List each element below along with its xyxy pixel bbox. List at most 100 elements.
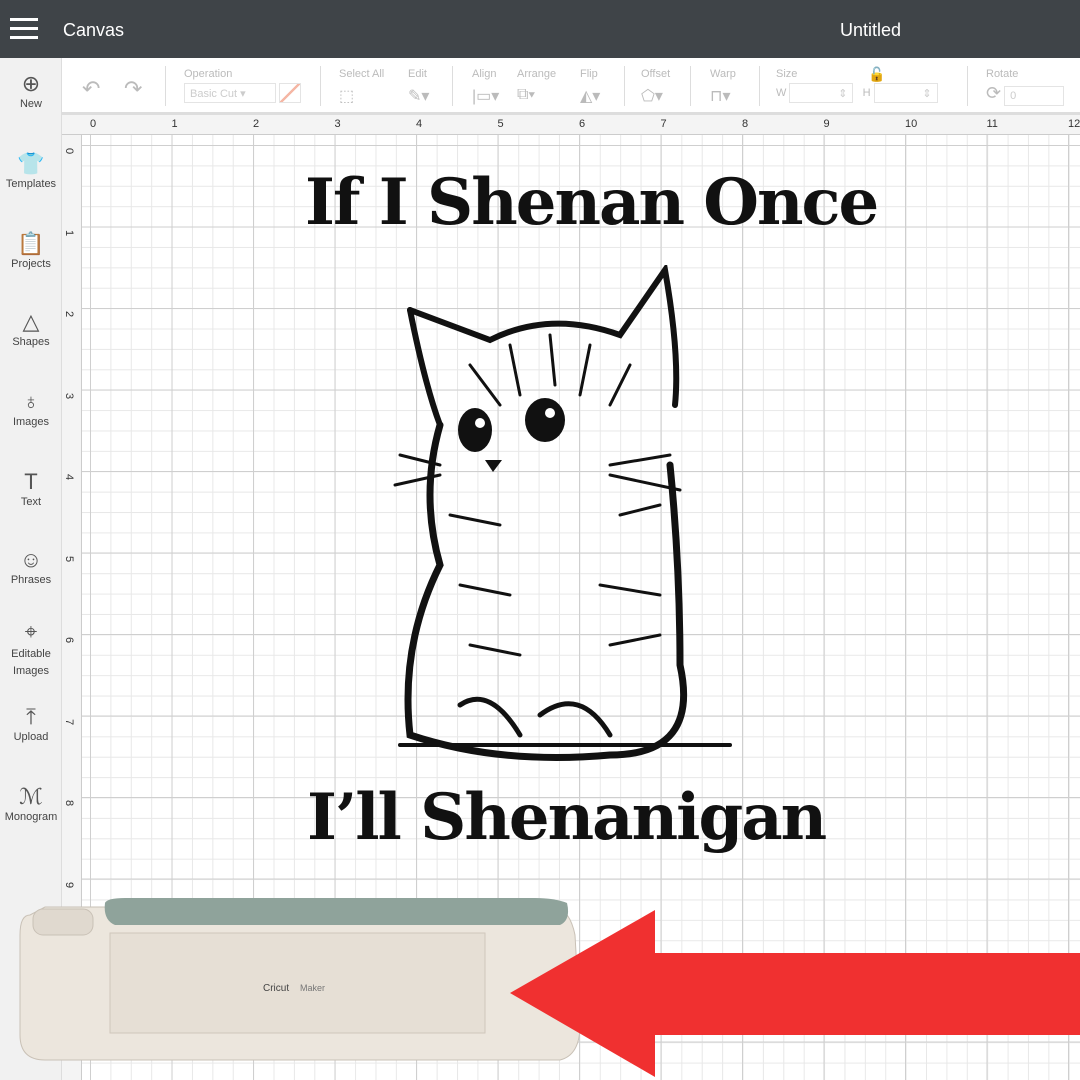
- operation-value: Basic Cut: [190, 88, 238, 100]
- clipboard-icon: 📋: [17, 231, 45, 256]
- ruler-number: 9: [823, 118, 830, 130]
- kitten-illustration[interactable]: [380, 265, 740, 770]
- sidebar-label: Upload: [13, 731, 49, 743]
- edit-button[interactable]: Edit ✎▾: [408, 68, 429, 106]
- machine-brand: Cricut: [263, 983, 289, 994]
- cricut-maker-machine-image: Cricut Maker: [19, 898, 581, 1061]
- align-icon: |▭▾: [472, 88, 500, 105]
- design-text-bottom[interactable]: I’ll Shenanigan: [307, 780, 827, 855]
- sidebar-label: Templates: [5, 178, 57, 190]
- ruler-number: 7: [63, 718, 76, 725]
- sidebar-item-images[interactable]: ♁ Images: [0, 388, 62, 428]
- lock-icon[interactable]: 🔓: [868, 66, 885, 83]
- plus-circle-icon: ⊕: [21, 71, 41, 96]
- sidebar-item-editable-images[interactable]: ⌖ Editable Images: [0, 618, 62, 680]
- ruler-number: 11: [986, 118, 998, 130]
- text-icon: T: [24, 469, 38, 494]
- select-all-button[interactable]: Select All ⬚: [339, 68, 384, 106]
- upload-icon: ⤒: [26, 704, 36, 729]
- sidebar-item-text[interactable]: T Text: [0, 468, 62, 508]
- rotate-group: Rotate ⟳ 0: [986, 68, 1065, 107]
- rotate-label: Rotate: [986, 68, 1019, 80]
- shirt-icon: 👕: [17, 151, 45, 176]
- height-label: H: [862, 86, 871, 99]
- operation-label: Operation: [184, 68, 233, 80]
- editable-image-icon: ⌖: [24, 619, 38, 644]
- ruler-number: 8: [63, 799, 76, 807]
- ruler-number: 4: [416, 118, 423, 130]
- width-label: W: [776, 86, 787, 99]
- sidebar-item-shapes[interactable]: △ Shapes: [0, 308, 62, 348]
- operation-group: Operation Basic Cut ▾: [184, 68, 302, 103]
- ruler-number: 5: [63, 555, 76, 562]
- sidebar-item-new[interactable]: ⊕ New: [0, 70, 62, 110]
- ruler-number: 6: [63, 636, 76, 644]
- arrange-button[interactable]: Arrange ⧉▾: [517, 68, 556, 104]
- offset-button[interactable]: Offset ⬠▾: [641, 68, 670, 106]
- sidebar-label: New: [19, 98, 42, 110]
- ruler-number: 12: [1068, 118, 1080, 130]
- undo-icon[interactable]: ↶: [82, 76, 100, 102]
- sidebar-label: Phrases: [10, 574, 52, 586]
- ruler-number: 8: [742, 118, 749, 130]
- align-label: Align: [472, 68, 497, 80]
- ruler-number: 2: [253, 118, 260, 130]
- height-input[interactable]: ⇕: [873, 83, 938, 103]
- app-title: Canvas: [63, 20, 125, 40]
- arrange-icon: ⧉▾: [517, 86, 536, 103]
- ruler-number: 2: [63, 310, 76, 318]
- flip-icon: ◭▾: [580, 88, 601, 105]
- ruler-number: 1: [63, 229, 76, 236]
- flip-button[interactable]: Flip ◭▾: [580, 68, 600, 106]
- ruler-number: 9: [63, 881, 76, 888]
- toolbar: ↶ ↷ Operation Basic Cut ▾ Select All ⬚ Ed…: [62, 58, 1080, 115]
- sidebar-label: Text: [20, 496, 42, 508]
- sidebar-item-phrases[interactable]: ☺ Phrases: [0, 546, 62, 586]
- ruler-number: 4: [63, 473, 76, 481]
- ruler-number: 3: [63, 392, 76, 399]
- sidebar-item-monogram[interactable]: ℳ Monogram: [0, 783, 62, 823]
- flip-label: Flip: [580, 68, 598, 80]
- edit-label: Edit: [408, 68, 427, 80]
- offset-icon: ⬠▾: [641, 88, 663, 105]
- red-arrow-pointer: [510, 910, 1080, 1077]
- warp-button[interactable]: Warp ⊓▾: [710, 68, 736, 106]
- ruler-number: 1: [171, 118, 178, 130]
- machine-model: Maker: [300, 983, 325, 993]
- sidebar-label: Editable Images: [11, 648, 51, 677]
- rotate-icon: ⟳: [986, 83, 1002, 103]
- align-button[interactable]: Align |▭▾: [472, 68, 499, 106]
- warp-label: Warp: [710, 68, 736, 80]
- ruler-number: 6: [579, 118, 586, 130]
- select-all-icon: ⬚: [339, 88, 355, 105]
- pencil-icon: ✎▾: [408, 88, 430, 105]
- ruler-number: 10: [905, 118, 918, 130]
- hamburger-menu-icon[interactable]: [10, 18, 38, 40]
- shapes-icon: △: [22, 309, 40, 334]
- redo-icon[interactable]: ↷: [124, 76, 142, 102]
- size-label: Size: [776, 68, 798, 80]
- operation-select[interactable]: Basic Cut ▾: [184, 83, 276, 103]
- rotate-input[interactable]: 0: [1004, 86, 1065, 107]
- design-text-top[interactable]: If I Shenan Once: [305, 165, 879, 240]
- sidebar-label: Images: [12, 416, 50, 428]
- ruler-number: 7: [660, 118, 667, 130]
- arrange-label: Arrange: [517, 68, 557, 80]
- rotate-value: 0: [1010, 90, 1017, 103]
- offset-label: Offset: [641, 68, 671, 80]
- sidebar-item-projects[interactable]: 📋 Projects: [0, 230, 62, 270]
- warp-icon: ⊓▾: [710, 88, 731, 105]
- size-group: Size W ⇕ H ⇕: [776, 68, 938, 103]
- app-header: Canvas Untitled: [0, 0, 1080, 58]
- color-swatch[interactable]: [279, 83, 302, 103]
- sidebar-item-upload[interactable]: ⤒ Upload: [0, 703, 62, 743]
- monogram-icon: ℳ: [19, 784, 43, 809]
- document-title[interactable]: Untitled: [840, 20, 901, 41]
- select-all-label: Select All: [339, 68, 385, 80]
- width-input[interactable]: ⇕: [789, 83, 854, 103]
- sidebar-item-templates[interactable]: 👕 Templates: [0, 150, 62, 190]
- sidebar-label: Shapes: [12, 336, 50, 348]
- ruler-horizontal: 0 1 2 3 4 5 6 7 8 9 10 11 12: [62, 115, 1080, 135]
- sidebar-label: Monogram: [4, 811, 58, 823]
- ruler-number: 5: [497, 118, 504, 130]
